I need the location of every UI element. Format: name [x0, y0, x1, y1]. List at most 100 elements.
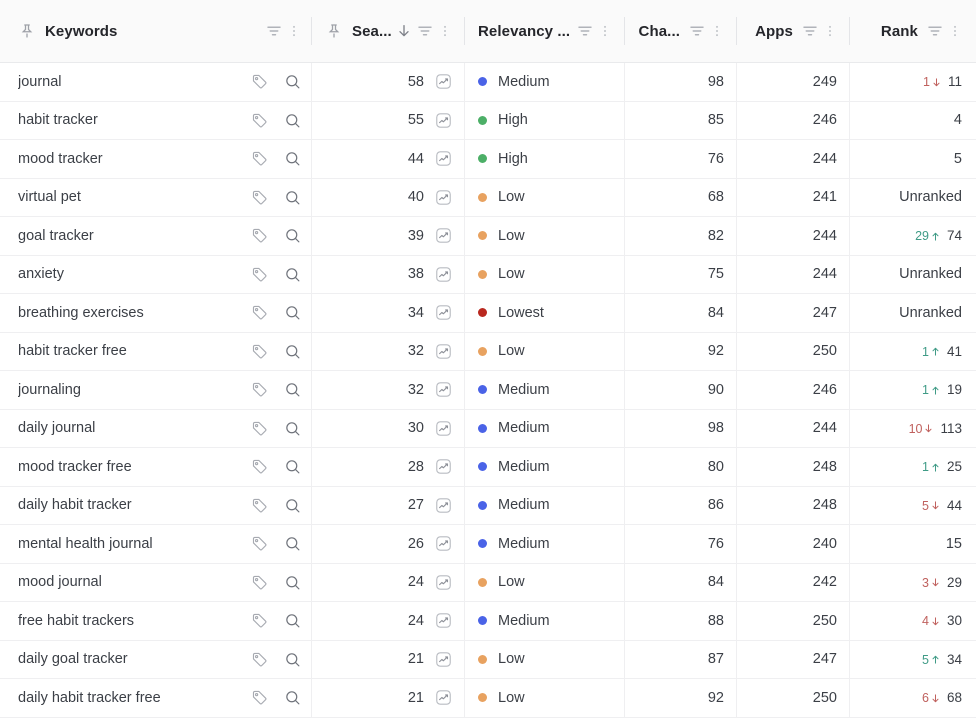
cell-chance[interactable]: 88	[624, 602, 736, 640]
tag-icon[interactable]	[251, 343, 268, 360]
cell-rank[interactable]: 10 113	[849, 409, 976, 448]
tag-icon[interactable]	[251, 689, 268, 706]
cell-relevancy[interactable]: Low	[464, 332, 624, 371]
kebab-menu-icon[interactable]	[598, 22, 612, 40]
magnifier-icon[interactable]	[284, 266, 301, 283]
cell-apps[interactable]: 242	[736, 563, 849, 602]
tag-icon[interactable]	[251, 458, 268, 475]
cell-relevancy[interactable]: Low	[464, 178, 624, 217]
table-row[interactable]: journaling 32 Medium 90 246 1 19	[0, 371, 976, 410]
keyword-row-actions[interactable]	[241, 189, 301, 206]
cell-search-volume[interactable]: 58	[311, 63, 464, 101]
cell-apps[interactable]: 244	[736, 409, 849, 448]
keyword-row-actions[interactable]	[241, 612, 301, 629]
keyword-row-actions[interactable]	[241, 497, 301, 514]
cell-chance[interactable]: 75	[624, 255, 736, 294]
cell-relevancy[interactable]: Low	[464, 679, 624, 717]
cell-relevancy[interactable]: Low	[464, 217, 624, 255]
trend-chart-icon[interactable]	[435, 266, 452, 283]
keyword-row-actions[interactable]	[241, 535, 301, 552]
keyword-row-actions[interactable]	[241, 651, 301, 668]
trend-chart-icon[interactable]	[435, 574, 452, 591]
cell-apps[interactable]: 244	[736, 255, 849, 294]
filter-icon[interactable]	[926, 22, 944, 40]
cell-search-volume[interactable]: 44	[311, 140, 464, 178]
cell-relevancy[interactable]: Medium	[464, 63, 624, 101]
cell-apps[interactable]: 248	[736, 486, 849, 525]
cell-keyword[interactable]: mood tracker	[0, 140, 311, 178]
tag-icon[interactable]	[251, 651, 268, 668]
table-row[interactable]: goal tracker 39 Low 82 244 29 74	[0, 217, 976, 256]
keyword-row-actions[interactable]	[241, 420, 301, 437]
cell-chance[interactable]: 87	[624, 640, 736, 679]
cell-rank[interactable]: 15	[849, 525, 976, 563]
magnifier-icon[interactable]	[284, 689, 301, 706]
cell-rank[interactable]: 5	[849, 140, 976, 178]
keyword-row-actions[interactable]	[241, 304, 301, 321]
cell-apps[interactable]: 250	[736, 679, 849, 717]
cell-chance[interactable]: 92	[624, 332, 736, 371]
trend-chart-icon[interactable]	[435, 381, 452, 398]
cell-apps[interactable]: 246	[736, 101, 849, 140]
kebab-menu-icon[interactable]	[287, 22, 301, 40]
tag-icon[interactable]	[251, 189, 268, 206]
trend-chart-icon[interactable]	[435, 189, 452, 206]
table-row[interactable]: virtual pet 40 Low 68 241 Unranked	[0, 178, 976, 217]
cell-search-volume[interactable]: 38	[311, 255, 464, 294]
magnifier-icon[interactable]	[284, 420, 301, 437]
kebab-menu-icon[interactable]	[710, 22, 724, 40]
magnifier-icon[interactable]	[284, 381, 301, 398]
cell-search-volume[interactable]: 21	[311, 679, 464, 717]
cell-search-volume[interactable]: 26	[311, 525, 464, 563]
cell-relevancy[interactable]: Medium	[464, 602, 624, 640]
trend-chart-icon[interactable]	[435, 651, 452, 668]
cell-relevancy[interactable]: Lowest	[464, 294, 624, 332]
kebab-menu-icon[interactable]	[438, 22, 452, 40]
cell-rank[interactable]: 1 11	[849, 63, 976, 101]
cell-rank[interactable]: 5 44	[849, 486, 976, 525]
column-header-chance[interactable]: Cha...	[624, 0, 736, 62]
cell-keyword[interactable]: journal	[0, 63, 311, 101]
table-row[interactable]: journal 58 Medium 98 249 1 11	[0, 63, 976, 102]
cell-relevancy[interactable]: Low	[464, 640, 624, 679]
cell-chance[interactable]: 84	[624, 294, 736, 332]
cell-search-volume[interactable]: 32	[311, 371, 464, 409]
tag-icon[interactable]	[251, 497, 268, 514]
keyword-row-actions[interactable]	[241, 73, 301, 90]
magnifier-icon[interactable]	[284, 112, 301, 129]
sort-arrow-down-icon[interactable]	[396, 23, 412, 39]
cell-keyword[interactable]: mental health journal	[0, 525, 311, 563]
tag-icon[interactable]	[251, 150, 268, 167]
cell-relevancy[interactable]: Low	[464, 563, 624, 602]
keyword-row-actions[interactable]	[241, 227, 301, 244]
table-row[interactable]: mental health journal 26 Medium 76 240 1…	[0, 525, 976, 564]
tag-icon[interactable]	[251, 73, 268, 90]
cell-keyword[interactable]: mood journal	[0, 564, 311, 602]
tag-icon[interactable]	[251, 612, 268, 629]
cell-chance[interactable]: 86	[624, 486, 736, 525]
cell-apps[interactable]: 247	[736, 294, 849, 332]
trend-chart-icon[interactable]	[435, 689, 452, 706]
cell-chance[interactable]: 76	[624, 140, 736, 178]
magnifier-icon[interactable]	[284, 574, 301, 591]
column-header-keywords[interactable]: Keywords	[0, 0, 311, 62]
table-row[interactable]: daily goal tracker 21 Low 87 247 5 34	[0, 640, 976, 679]
magnifier-icon[interactable]	[284, 73, 301, 90]
magnifier-icon[interactable]	[284, 189, 301, 206]
cell-keyword[interactable]: virtual pet	[0, 179, 311, 217]
cell-chance[interactable]: 90	[624, 371, 736, 409]
tag-icon[interactable]	[251, 535, 268, 552]
cell-search-volume[interactable]: 28	[311, 448, 464, 486]
cell-chance[interactable]: 80	[624, 448, 736, 486]
table-row[interactable]: habit tracker free 32 Low 92 250 1 41	[0, 332, 976, 371]
cell-apps[interactable]: 246	[736, 371, 849, 409]
cell-apps[interactable]: 241	[736, 178, 849, 217]
cell-chance[interactable]: 98	[624, 409, 736, 448]
cell-keyword[interactable]: habit tracker free	[0, 333, 311, 371]
cell-apps[interactable]: 248	[736, 448, 849, 486]
trend-chart-icon[interactable]	[435, 420, 452, 437]
column-header-relevancy[interactable]: Relevancy ...	[464, 0, 624, 62]
cell-keyword[interactable]: habit tracker	[0, 102, 311, 140]
magnifier-icon[interactable]	[284, 612, 301, 629]
cell-rank[interactable]: 5 34	[849, 640, 976, 679]
